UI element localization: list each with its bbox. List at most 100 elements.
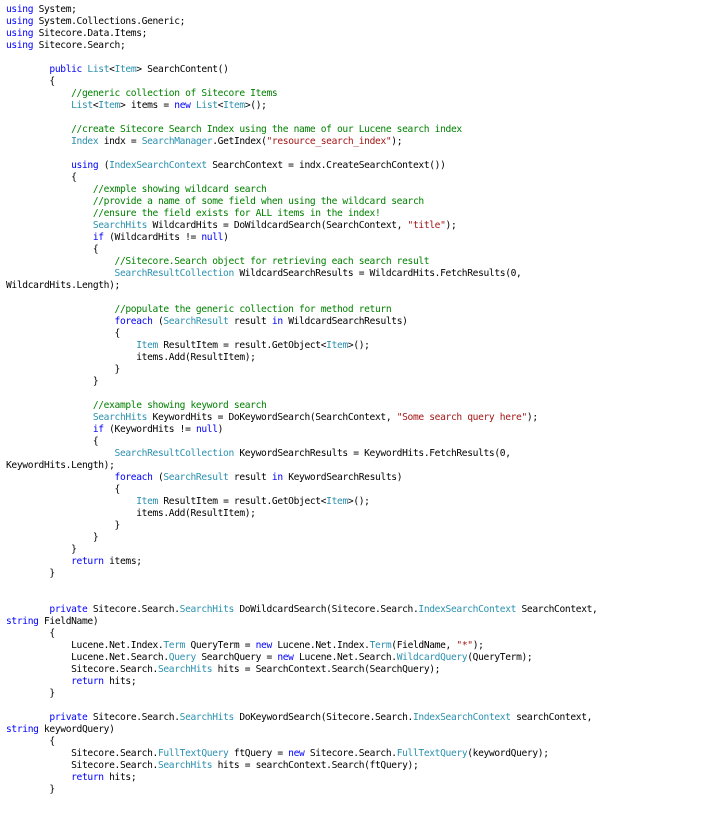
string-token: "title" xyxy=(407,220,446,231)
code-text: ); xyxy=(472,640,484,651)
code-text: >(); xyxy=(347,496,370,507)
code-text: } xyxy=(6,544,77,555)
keyword-token: null xyxy=(195,424,218,435)
code-line: { xyxy=(6,628,597,640)
keyword-token: new xyxy=(277,652,294,663)
code-text: KeywordSearchResults) xyxy=(282,472,403,483)
keyword-token: using xyxy=(6,40,34,51)
code-text: } xyxy=(6,784,55,795)
type-token: SearchHits xyxy=(179,604,235,615)
keyword-token: new xyxy=(255,640,273,651)
code-text: Lucene.Net.Search. xyxy=(6,652,169,663)
code-text: result xyxy=(228,472,272,483)
code-line: using System.Collections.Generic; xyxy=(6,16,597,28)
code-text: WildcardSearchResults = WildcardHits.Fet… xyxy=(233,268,522,279)
code-text: hits; xyxy=(103,676,137,687)
keyword-token: string xyxy=(6,616,39,627)
type-token: SearchHits xyxy=(92,220,148,231)
code-line: using (IndexSearchContext SearchContext … xyxy=(6,160,597,172)
keyword-token: using xyxy=(71,160,99,171)
code-line: List<Item> items = new List<Item>(); xyxy=(6,100,597,112)
code-line: } xyxy=(6,532,597,544)
code-text: System.Collections.Generic; xyxy=(33,16,186,27)
code-line: } xyxy=(6,784,597,796)
code-text: { xyxy=(6,628,55,639)
code-line: //example showing keyword search xyxy=(6,400,597,412)
comment-token: //ensure the field exists for ALL items … xyxy=(92,208,381,219)
code-line: { xyxy=(6,76,597,88)
code-text: indx = xyxy=(98,136,142,147)
code-line: if (KeywordHits != null) xyxy=(6,424,597,436)
code-text: items.Add(ResultItem); xyxy=(6,508,256,519)
code-text: (WildcardHits != xyxy=(103,232,202,243)
type-token: Index xyxy=(71,136,99,147)
code-text: ) xyxy=(223,232,229,243)
type-token: Item xyxy=(136,496,158,507)
code-line: //Sitecore.Search object for retrieving … xyxy=(6,256,597,268)
string-token: "resource_search_index" xyxy=(266,136,392,147)
code-text: hits; xyxy=(103,772,137,783)
code-text: KeywordSearchResults = KeywordHits.Fetch… xyxy=(233,448,511,459)
code-text: { xyxy=(6,76,55,87)
code-line: string keywordQuery) xyxy=(6,724,597,736)
type-token: List xyxy=(195,100,218,111)
keyword-token: null xyxy=(201,232,224,243)
type-token: List xyxy=(87,64,110,75)
code-text: > items = xyxy=(120,100,175,111)
code-text: >(); xyxy=(347,340,370,351)
code-line: { xyxy=(6,736,597,748)
code-text: ResultItem = result.GetObject< xyxy=(157,340,327,351)
code-text: } xyxy=(6,520,121,531)
comment-token: //generic collection of Sitecore Items xyxy=(71,88,278,99)
keyword-token: foreach xyxy=(114,316,153,327)
keyword-token: if xyxy=(92,232,104,243)
type-token: IndexSearchContext xyxy=(412,712,511,723)
code-text: DoWildcardSearch(Sitecore.Search. xyxy=(233,604,419,615)
code-line: SearchHits WildcardHits = DoWildcardSear… xyxy=(6,220,597,232)
code-text: hits = searchContext.Search(ftQuery); xyxy=(212,760,419,771)
code-line: items.Add(ResultItem); xyxy=(6,508,597,520)
code-text: KeywordHits.Length); xyxy=(6,460,115,471)
type-token: IndexSearchContext xyxy=(418,604,517,615)
code-line: if (WildcardHits != null) xyxy=(6,232,597,244)
code-text: WildcardHits = DoWildcardSearch(SearchCo… xyxy=(147,220,408,231)
code-line: Item ResultItem = result.GetObject<Item>… xyxy=(6,340,597,352)
code-text: { xyxy=(6,736,55,747)
code-text: Sitecore.Search. xyxy=(87,604,180,615)
code-line: } xyxy=(6,544,597,556)
code-text: ( xyxy=(152,472,164,483)
code-text: ResultItem = result.GetObject< xyxy=(157,496,327,507)
code-text: Sitecore.Search. xyxy=(6,664,158,675)
code-line: Sitecore.Search.SearchHits hits = search… xyxy=(6,760,597,772)
code-line: //generic collection of Sitecore Items xyxy=(6,88,597,100)
code-line: } xyxy=(6,364,597,376)
code-line: Lucene.Net.Search.Query SearchQuery = ne… xyxy=(6,652,597,664)
code-line: using System; xyxy=(6,4,597,16)
keyword-token: using xyxy=(6,28,34,39)
code-text: (KeywordHits != xyxy=(103,424,196,435)
code-text: WildcardSearchResults) xyxy=(282,316,408,327)
code-line: private Sitecore.Search.SearchHits DoWil… xyxy=(6,604,597,616)
type-token: SearchResultCollection xyxy=(114,268,235,279)
code-text: QueryTerm = xyxy=(185,640,256,651)
code-line: //populate the generic collection for me… xyxy=(6,304,597,316)
code-text: result xyxy=(228,316,272,327)
code-text: SearchContext, xyxy=(516,604,598,615)
type-token: Item xyxy=(98,100,120,111)
type-token: List xyxy=(71,100,93,111)
code-text: SearchContext = indx.CreateSearchContext… xyxy=(206,160,446,171)
code-line: SearchResultCollection KeywordSearchResu… xyxy=(6,448,597,460)
keyword-token: private xyxy=(49,604,88,615)
